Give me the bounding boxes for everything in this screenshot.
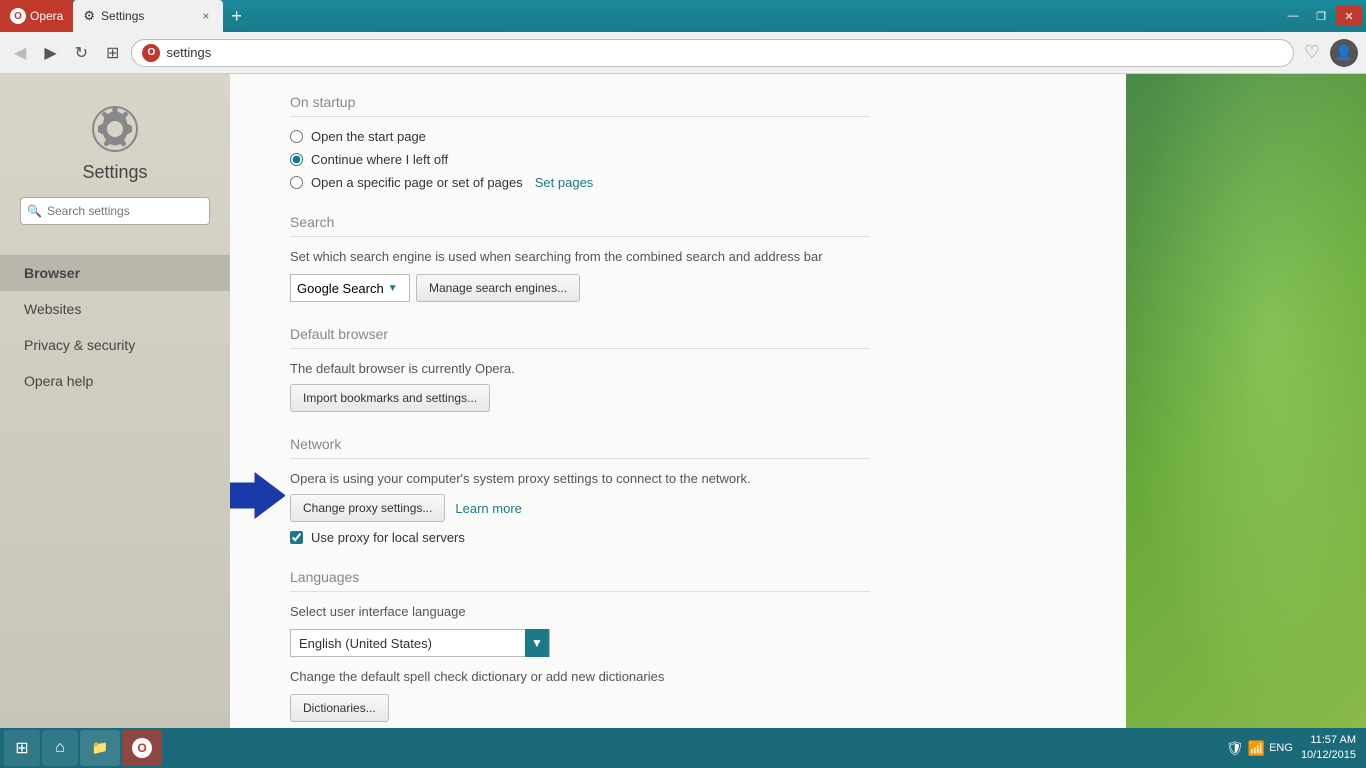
taskbar-system-icons: 🛡 📶 ENG — [1226, 740, 1293, 757]
settings-icon-small: ⚙ — [83, 8, 95, 24]
sidebar-item-websites[interactable]: Websites — [0, 291, 230, 327]
settings-header: Settings 🔍 — [0, 94, 230, 245]
use-proxy-label: Use proxy for local servers — [311, 530, 465, 545]
arrow-indicator — [230, 468, 285, 523]
startup-section: On startup Open the start page Continue … — [290, 94, 870, 190]
taskbar-signal-icon: 📶 — [1248, 740, 1265, 757]
settings-title: Settings — [82, 162, 147, 183]
folder-icon: 📁 — [92, 740, 109, 756]
search-settings-input[interactable] — [20, 197, 210, 225]
sidebar-item-privacy[interactable]: Privacy & security — [0, 327, 230, 363]
search-engine-dropdown[interactable]: Google Search ▼ — [290, 274, 410, 302]
close-button[interactable]: ✕ — [1336, 6, 1362, 26]
startup-section-title: On startup — [290, 94, 870, 117]
minimize-button[interactable]: — — [1280, 6, 1306, 26]
startup-radio-continue[interactable] — [290, 153, 303, 166]
manage-search-engines-button[interactable]: Manage search engines... — [416, 274, 580, 302]
set-pages-link[interactable]: Set pages — [535, 175, 594, 190]
tab-label: Settings — [101, 9, 144, 23]
use-proxy-checkbox-label[interactable]: Use proxy for local servers — [290, 530, 870, 545]
home-taskbar-button[interactable]: ⌂ — [42, 730, 78, 766]
main-layout: Settings 🔍 Browser Websites Privacy & se… — [0, 74, 1366, 728]
bookmarks-button[interactable]: ♡ — [1300, 38, 1324, 67]
dictionaries-button[interactable]: Dictionaries... — [290, 694, 389, 722]
restore-button[interactable]: ❐ — [1308, 6, 1334, 26]
import-bookmarks-button[interactable]: Import bookmarks and settings... — [290, 384, 490, 412]
tab-close-button[interactable]: × — [198, 7, 213, 25]
window-controls: — ❐ ✕ — [1280, 6, 1366, 26]
use-proxy-checkbox[interactable] — [290, 531, 303, 544]
opera-menu-button[interactable]: O Opera — [0, 0, 73, 32]
sidebar-item-help[interactable]: Opera help — [0, 363, 230, 399]
content-area: On startup Open the start page Continue … — [230, 74, 1126, 728]
titlebar-left: O Opera ⚙ Settings × + — [0, 0, 1280, 32]
search-engine-row: Google Search ▼ Manage search engines... — [290, 274, 870, 302]
taskbar-shield-icon: 🛡 — [1226, 740, 1244, 757]
start-button[interactable]: ⊞ — [4, 730, 40, 766]
opera-taskbar-icon: O — [132, 738, 152, 758]
sidebar-item-browser[interactable]: Browser — [0, 255, 230, 291]
network-desc: Opera is using your computer's system pr… — [290, 471, 870, 486]
learn-more-link[interactable]: Learn more — [455, 501, 521, 516]
change-proxy-button[interactable]: Change proxy settings... — [290, 494, 445, 522]
spell-check-desc: Change the default spell check dictionar… — [290, 669, 870, 684]
select-lang-label: Select user interface language — [290, 604, 870, 619]
startup-radio-specific[interactable] — [290, 176, 303, 189]
search-settings-wrapper: 🔍 — [20, 197, 210, 225]
profile-button[interactable]: 👤 — [1330, 39, 1358, 67]
startup-option-specific[interactable]: Open a specific page or set of pages Set… — [290, 175, 870, 190]
sidebar: Settings 🔍 Browser Websites Privacy & se… — [0, 74, 230, 728]
startup-option-continue[interactable]: Continue where I left off — [290, 152, 870, 167]
opera-taskbar-button[interactable]: O — [122, 730, 162, 766]
default-browser-text: The default browser is currently Opera. — [290, 361, 870, 376]
home-icon: ⌂ — [55, 739, 65, 757]
nav-items: Browser Websites Privacy & security Oper… — [0, 255, 230, 399]
languages-section-title: Languages — [290, 569, 870, 592]
dropdown-arrow-icon: ▼ — [388, 283, 398, 294]
default-browser-section: Default browser The default browser is c… — [290, 326, 870, 412]
language-select-value: English (United States) — [291, 630, 525, 656]
search-settings-icon: 🔍 — [27, 204, 42, 218]
opera-label: Opera — [30, 9, 63, 23]
right-panel — [1126, 74, 1366, 728]
languages-section: Languages Select user interface language… — [290, 569, 870, 728]
search-desc: Set which search engine is used when sea… — [290, 249, 870, 264]
search-section: Search Set which search engine is used w… — [290, 214, 870, 302]
network-section-title: Network — [290, 436, 870, 459]
reload-button[interactable]: ↻ — [69, 39, 94, 67]
gear-icon — [90, 104, 140, 154]
back-button[interactable]: ◀ — [8, 39, 32, 67]
network-section: Network Opera is using your computer's s… — [290, 436, 870, 545]
taskbar: ⊞ ⌂ 📁 O 🛡 📶 ENG 11:57 AM 10/12/2015 — [0, 728, 1366, 768]
url-display: settings — [166, 45, 1282, 60]
startup-radio-group: Open the start page Continue where I lef… — [290, 129, 870, 190]
default-browser-title: Default browser — [290, 326, 870, 349]
addressbar: ◀ ▶ ↻ ⊞ O settings ♡ 👤 — [0, 32, 1366, 74]
grid-button[interactable]: ⊞ — [100, 39, 125, 67]
taskbar-time-display: 11:57 AM — [1301, 733, 1356, 748]
startup-option-start[interactable]: Open the start page — [290, 129, 870, 144]
startup-radio-start[interactable] — [290, 130, 303, 143]
language-dropdown-arrow[interactable]: ▼ — [525, 629, 549, 657]
opera-logo-address: O — [142, 44, 160, 62]
address-bar-field[interactable]: O settings — [131, 39, 1293, 67]
folder-taskbar-button[interactable]: 📁 — [80, 730, 120, 766]
content-inner: On startup Open the start page Continue … — [230, 74, 930, 728]
taskbar-date-display: 10/12/2015 — [1301, 748, 1356, 763]
proxy-row: Change proxy settings... Learn more — [290, 494, 870, 522]
search-section-title: Search — [290, 214, 870, 237]
forward-button[interactable]: ▶ — [38, 39, 62, 67]
opera-logo-icon: O — [10, 8, 26, 24]
taskbar-clock: 11:57 AM 10/12/2015 — [1301, 733, 1356, 764]
language-select-container[interactable]: English (United States) ▼ — [290, 629, 550, 657]
titlebar: O Opera ⚙ Settings × + — ❐ ✕ — [0, 0, 1366, 32]
new-tab-button[interactable]: + — [223, 0, 250, 32]
taskbar-lang: ENG — [1269, 742, 1293, 754]
active-tab[interactable]: ⚙ Settings × — [73, 0, 223, 32]
taskbar-right: 🛡 📶 ENG 11:57 AM 10/12/2015 — [1226, 733, 1362, 764]
